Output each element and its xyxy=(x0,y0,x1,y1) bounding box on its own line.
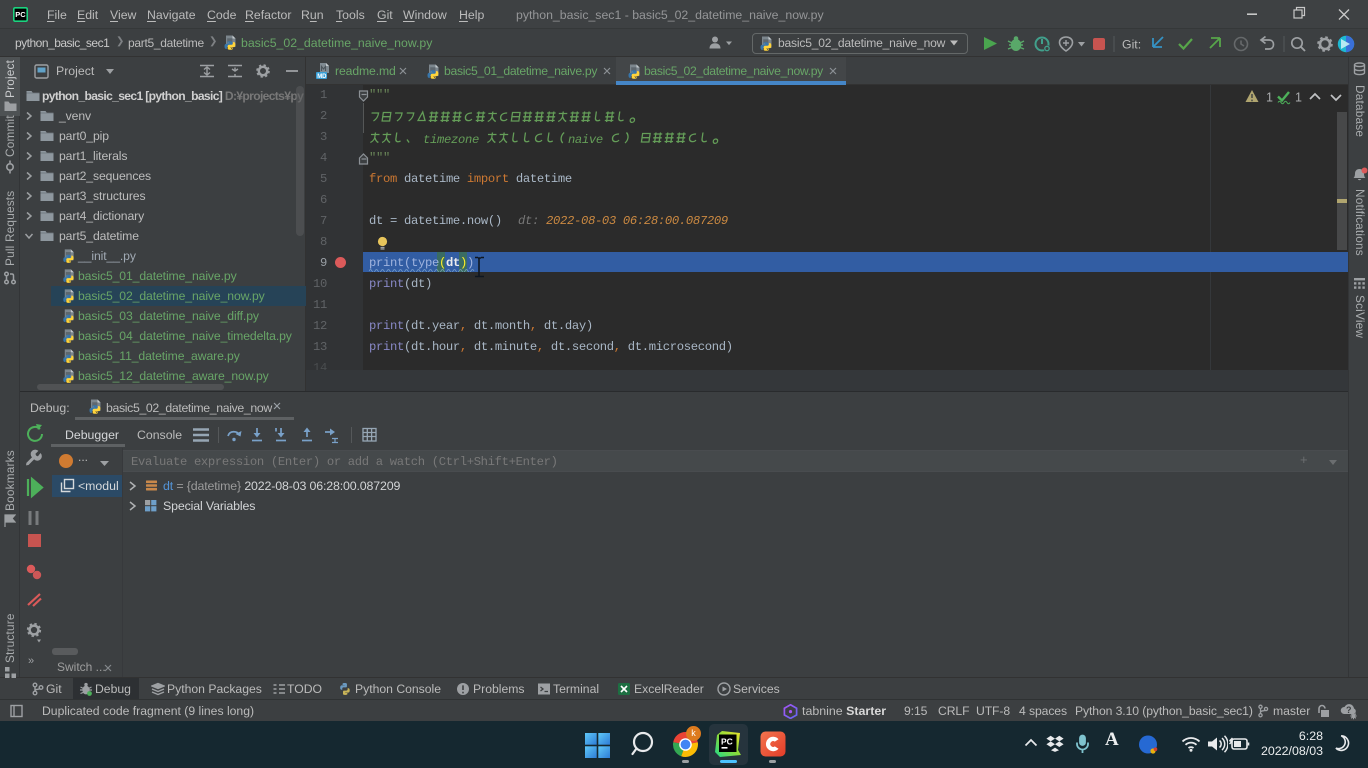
svg-text:PC: PC xyxy=(721,737,733,747)
svg-text:Git:: Git: xyxy=(1122,38,1141,52)
svg-text:1: 1 xyxy=(1295,91,1302,105)
svg-text:MD: MD xyxy=(317,74,327,80)
svg-text:»: » xyxy=(28,655,34,667)
svg-text:?: ? xyxy=(1346,705,1352,715)
svg-text:1: 1 xyxy=(1266,91,1273,105)
